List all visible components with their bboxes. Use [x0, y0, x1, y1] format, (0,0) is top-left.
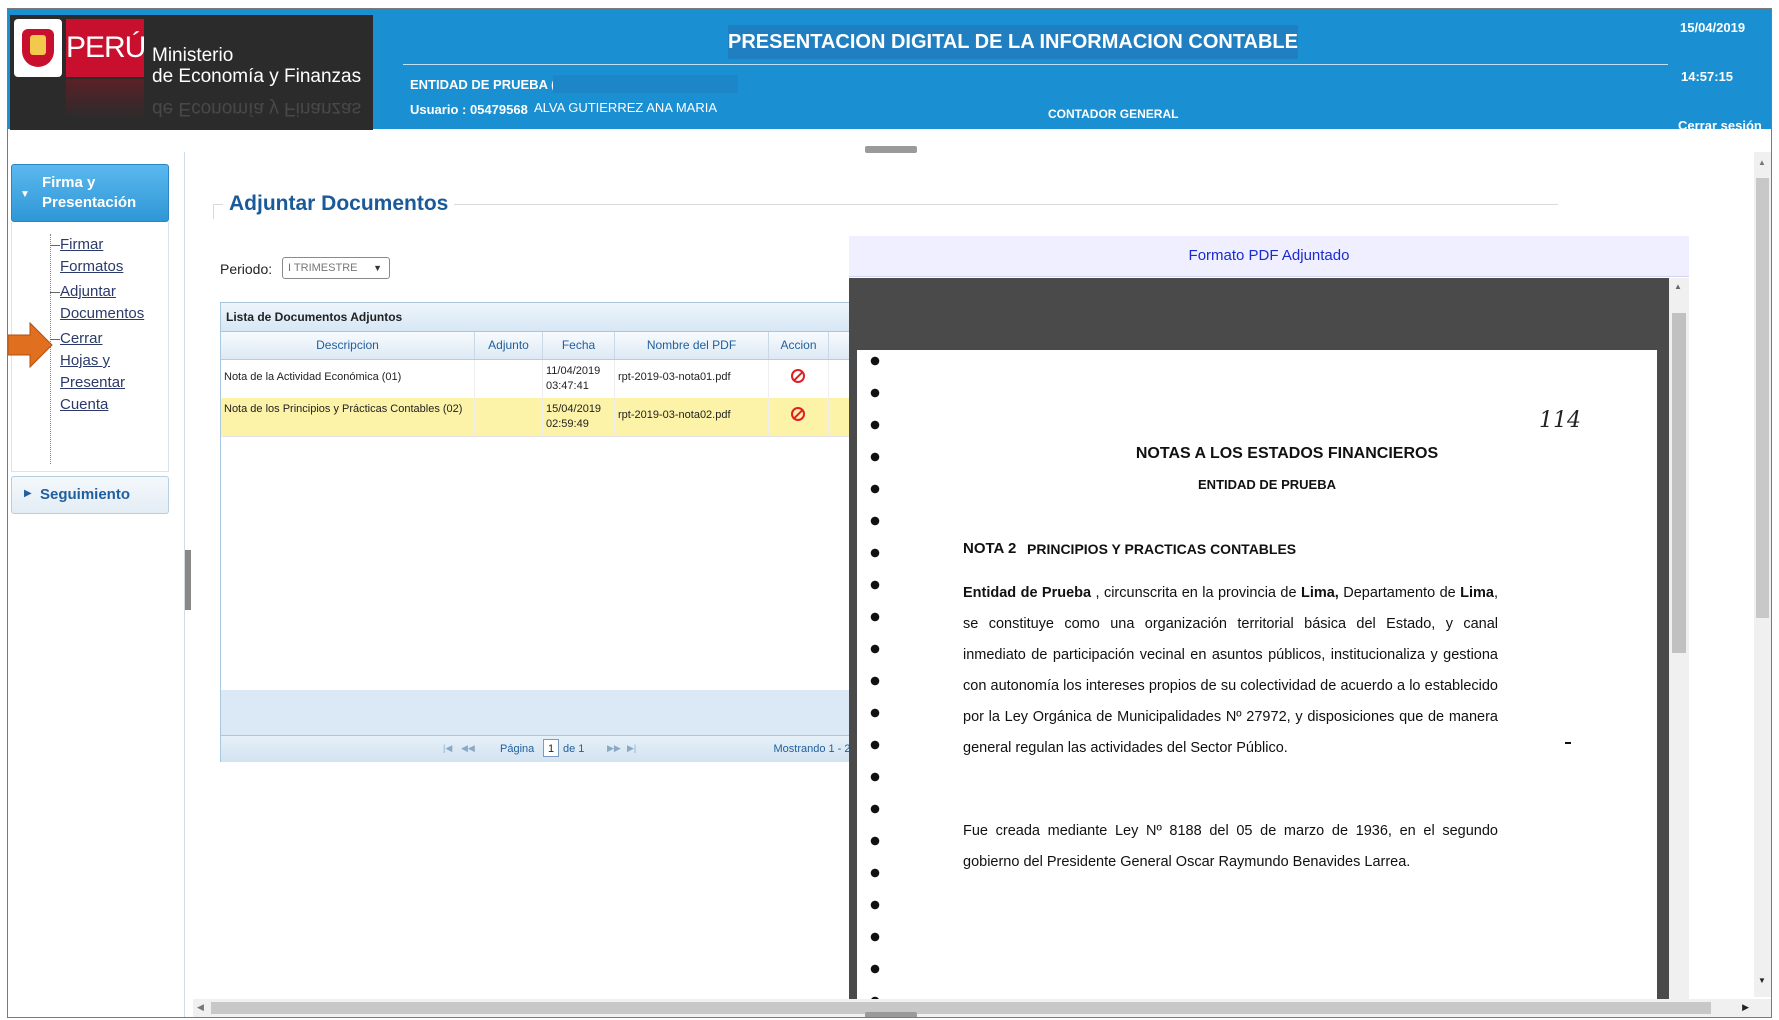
dropdown-arrow-icon: ▼	[373, 263, 382, 273]
row-pdf-name: rpt-2019-03-nota01.pdf	[618, 371, 731, 383]
col-adjunto[interactable]: Adjunto	[475, 332, 543, 359]
orange-pointer-arrow-icon	[8, 321, 53, 369]
logout-link[interactable]: Cerrar sesión	[1678, 118, 1762, 133]
pdf-page: 114 NOTAS A LOS ESTADOS FINANCIEROS ENTI…	[857, 350, 1657, 1017]
row-descripcion: Nota de la Actividad Económica (01)	[224, 371, 402, 383]
sidebar-group-label: Firma y Presentación	[42, 174, 137, 211]
logo-reflection: de Economía y Finanzas	[152, 98, 362, 119]
grid-pager: |◀ ◀◀ Página 1 de 1 ▶▶ ▶| Mostrando 1 - …	[221, 735, 879, 762]
col-descripcion[interactable]: Descripcion	[221, 332, 475, 359]
pdf-header: Formato PDF Adjuntado	[849, 236, 1689, 277]
sidebar-group-seguimiento[interactable]: ▶ Seguimiento	[11, 476, 169, 514]
grid-title: Lista de Documentos Adjuntos	[226, 310, 403, 324]
mef-logo: PERÚ Ministerio de Economía y Finanzas d…	[10, 15, 373, 130]
scroll-up-icon[interactable]: ▲	[1674, 282, 1682, 291]
main-content: Adjuntar Documentos Periodo: I TRIMESTRE…	[193, 152, 1771, 1017]
col-fecha[interactable]: Fecha	[543, 332, 615, 359]
horizontal-scroll-thumb[interactable]	[211, 1002, 1711, 1014]
chevron-right-icon: ▶	[24, 488, 32, 499]
doc-nota-number: NOTA 2	[963, 540, 1017, 557]
footer-collapse-handle[interactable]	[865, 1012, 917, 1017]
page-title: Adjuntar Documentos	[223, 192, 455, 216]
doc-paragraph-1: Entidad de Prueba , circunscrita en la p…	[963, 585, 1498, 756]
periodo-label: Periodo:	[220, 261, 273, 277]
sidebar-splitter[interactable]	[185, 550, 191, 610]
table-row[interactable]: Nota de los Principios y Prácticas Conta…	[221, 398, 851, 437]
first-page-icon[interactable]: |◀	[443, 743, 452, 754]
page-vertical-scrollbar[interactable]: ▲ ▼	[1754, 152, 1771, 997]
periodo-value: I TRIMESTRE	[288, 262, 358, 274]
scroll-left-icon[interactable]: ◀	[197, 1002, 204, 1013]
pager-total: de 1	[563, 743, 585, 755]
last-page-icon[interactable]: ▶|	[627, 743, 636, 754]
scroll-up-icon[interactable]: ▲	[1758, 158, 1766, 167]
app-header: PERÚ Ministerio de Economía y Finanzas d…	[8, 9, 1771, 133]
user-name: ALVA GUTIERREZ ANA MARIA	[534, 100, 718, 115]
peru-crest-icon	[14, 19, 62, 77]
doc-subheading: ENTIDAD DE PRUEBA	[1198, 477, 1336, 492]
documents-grid: Lista de Documentos Adjuntos ⌃ Descripci…	[220, 302, 880, 762]
doc-paragraph-2: Fue creada mediante Ley Nº 8188 del 05 d…	[963, 823, 1498, 870]
chevron-down-icon: ▼	[20, 189, 30, 200]
app-title: PRESENTACION DIGITAL DE LA INFORMACION C…	[728, 25, 1298, 59]
col-nombre-pdf[interactable]: Nombre del PDF	[615, 332, 769, 359]
delete-icon[interactable]	[791, 407, 805, 421]
pdf-viewer[interactable]: 114 NOTAS A LOS ESTADOS FINANCIEROS ENTI…	[849, 278, 1689, 1017]
row-pdf-name: rpt-2019-03-nota02.pdf	[618, 409, 731, 421]
doc-heading: NOTAS A LOS ESTADOS FINANCIEROS	[1135, 445, 1439, 462]
scroll-down-icon[interactable]: ▼	[1758, 976, 1766, 985]
delete-icon[interactable]	[791, 369, 805, 383]
logo-country: PERÚ	[66, 19, 146, 77]
sidebar-item-firmar-formatos[interactable]: Firmar Formatos	[60, 234, 140, 278]
doc-nota-title: PRINCIPIOS Y PRACTICAS CONTABLES	[1027, 541, 1297, 557]
pdf-scrollbar[interactable]: ▲	[1669, 278, 1689, 1017]
header-time: 14:57:15	[1681, 69, 1734, 84]
app-window: PERÚ Ministerio de Economía y Finanzas d…	[7, 8, 1772, 1018]
next-page-icon[interactable]: ▶▶	[607, 743, 621, 754]
sidebar-item-cerrar-hojas[interactable]: Cerrar Hojas y Presentar Cuenta	[60, 328, 140, 416]
header-date: 15/04/2019	[1680, 20, 1746, 35]
user-id: Usuario : 05479568	[410, 102, 528, 117]
logo-ministry: Ministerio de Economía y Finanzas	[152, 45, 362, 87]
page-input[interactable]: 1	[543, 739, 559, 757]
pager-label: Página	[500, 743, 535, 755]
table-row[interactable]: Nota de la Actividad Económica (01) 11/0…	[221, 360, 851, 399]
periodo-select[interactable]: I TRIMESTRE ▼	[282, 257, 390, 279]
col-accion[interactable]: Accion	[769, 332, 829, 359]
grid-header: Descripcion Adjunto Fecha Nombre del PDF…	[221, 332, 879, 360]
scroll-right-icon[interactable]: ▶	[1742, 1002, 1749, 1013]
vertical-scroll-thumb[interactable]	[1756, 178, 1769, 618]
sidebar-group-firma[interactable]: ▼ Firma y Presentación	[11, 164, 169, 222]
sidebar: ▼ Firma y Presentación Firmar Formatos A…	[8, 152, 185, 1017]
prev-page-icon[interactable]: ◀◀	[461, 743, 475, 754]
sidebar-item-adjuntar-documentos[interactable]: Adjuntar Documentos	[60, 281, 150, 325]
sidebar-group-label: Seguimiento	[40, 486, 131, 503]
user-role: CONTADOR GENERAL	[1048, 107, 1179, 121]
grid-body: Nota de la Actividad Económica (01) 11/0…	[221, 360, 879, 690]
handwritten-number: 114	[1539, 408, 1581, 433]
row-descripcion: Nota de los Principios y Prácticas Conta…	[224, 403, 463, 415]
row-fecha: 11/04/2019 03:47:41	[546, 365, 601, 392]
page-horizontal-scrollbar[interactable]: ◀ ▶	[193, 999, 1771, 1017]
row-fecha: 15/04/2019 02:59:49	[546, 403, 602, 430]
pdf-scroll-thumb[interactable]	[1672, 313, 1686, 653]
grid-caption: Lista de Documentos Adjuntos ⌃	[221, 303, 879, 332]
